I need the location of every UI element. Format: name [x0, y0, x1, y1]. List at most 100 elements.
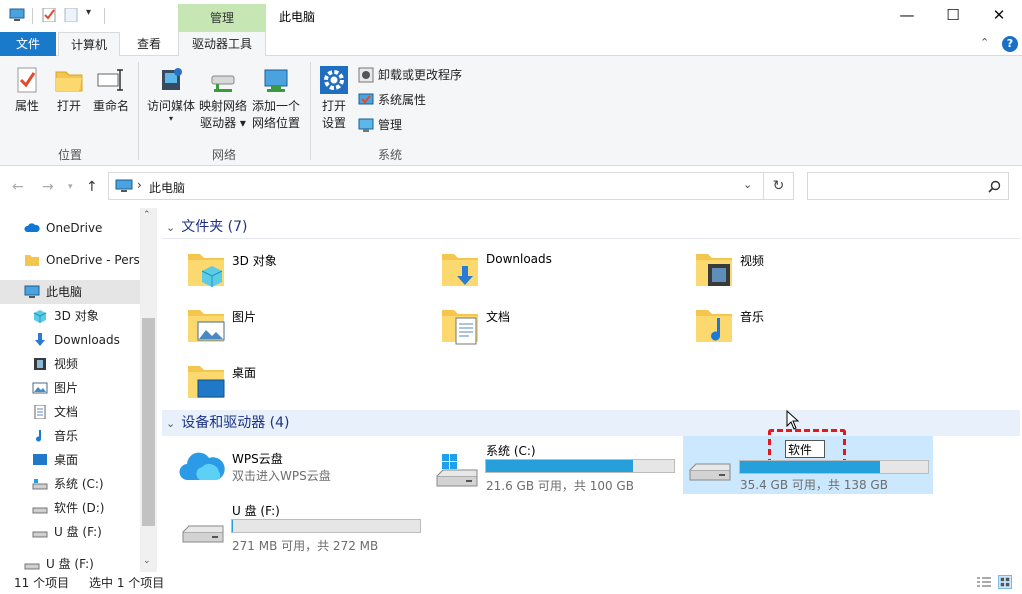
window-title: 此电脑	[279, 10, 316, 24]
scroll-up-icon[interactable]: ⌃	[143, 210, 151, 220]
drive-d-usage-bar	[739, 460, 929, 474]
collapse-ribbon-icon[interactable]: ⌃	[980, 36, 989, 49]
folder-videos[interactable]: 视频	[692, 246, 932, 296]
section-divider	[162, 238, 1020, 239]
drive-icon	[32, 479, 48, 490]
properties-button[interactable]: 属性	[8, 66, 46, 115]
folder-downloads[interactable]: Downloads	[438, 246, 678, 296]
drive-c-item[interactable]: 系统 (C:) 21.6 GB 可用，共 100 GB	[430, 438, 680, 496]
folder-3d-objects[interactable]: 3D 对象	[184, 246, 424, 296]
group-network-label: 网络	[212, 148, 237, 162]
search-box[interactable]	[807, 172, 1009, 200]
close-button[interactable]: ✕	[976, 0, 1022, 32]
details-view-icon[interactable]	[976, 576, 992, 588]
tab-drive-tools[interactable]: 驱动器工具	[178, 32, 266, 56]
status-bar: 11 个项目 选中 1 个项目	[0, 572, 1022, 594]
drive-c-usage-bar	[485, 459, 675, 473]
rename-input[interactable]	[785, 440, 825, 458]
map-network-drive-button[interactable]: 映射网络 驱动器 ▾	[196, 66, 250, 132]
breadcrumb-this-pc[interactable]: 此电脑	[149, 179, 185, 196]
collapse-chevron-icon[interactable]: ⌄	[166, 221, 175, 234]
gear-icon	[320, 66, 348, 94]
forward-arrow-icon[interactable]: →	[42, 179, 54, 195]
group-system-label: 系统	[378, 148, 403, 162]
videos-folder-icon	[696, 254, 732, 286]
drive-icon	[689, 463, 731, 481]
usb-drive-icon	[182, 525, 224, 543]
sidebar-item-documents[interactable]: 文档	[0, 400, 140, 424]
qa-separator	[32, 8, 33, 24]
devices-section: ⌄ 设备和驱动器 (4)	[162, 410, 1020, 436]
open-button[interactable]: 打开	[50, 66, 88, 115]
group-location-label: 位置	[58, 148, 83, 162]
desktop-folder-icon	[188, 366, 225, 398]
scrollbar-thumb[interactable]	[142, 318, 155, 526]
sidebar-item-pictures[interactable]: 图片	[0, 376, 140, 400]
sidebar-item-this-pc[interactable]: 此电脑	[0, 280, 140, 304]
open-settings-button[interactable]: 打开 设置	[316, 66, 352, 132]
network-drive-icon	[211, 75, 235, 92]
address-bar[interactable]: › 此电脑 ⌄	[108, 172, 764, 200]
search-input[interactable]	[812, 176, 982, 196]
new-folder-icon[interactable]	[64, 8, 80, 22]
open-settings-line2: 设置	[321, 116, 346, 130]
sidebar-item-onedrive[interactable]: OneDrive	[0, 216, 140, 240]
manage-button[interactable]: 管理	[358, 115, 402, 135]
large-icons-view-icon[interactable]	[998, 575, 1012, 589]
properties-icon[interactable]	[42, 8, 58, 22]
tab-file[interactable]: 文件	[0, 32, 56, 56]
address-dropdown-icon[interactable]: ⌄	[743, 178, 752, 191]
folder-music[interactable]: 音乐	[692, 302, 932, 352]
system-drive-icon	[436, 454, 478, 487]
add-label-line2: 网络位置	[251, 116, 300, 130]
wps-cloud-item[interactable]: WPS云盘 双击进入WPS云盘	[176, 442, 416, 494]
folder-open-icon	[55, 71, 83, 92]
picture-icon	[32, 382, 48, 394]
sidebar-item-music[interactable]: 音乐	[0, 424, 140, 448]
sidebar-item-downloads[interactable]: Downloads	[0, 328, 140, 352]
uninstall-icon	[358, 67, 374, 83]
folder-desktop[interactable]: 桌面	[184, 358, 424, 408]
scroll-down-icon[interactable]: ⌄	[143, 556, 151, 566]
up-arrow-icon[interactable]: ↑	[86, 179, 98, 195]
sidebar-item-onedrive-personal[interactable]: OneDrive - Perso	[0, 248, 140, 272]
manage-icon	[358, 118, 374, 132]
network-location-icon	[264, 69, 288, 92]
help-icon[interactable]: ?	[1002, 36, 1018, 52]
sidebar-item-drive-d[interactable]: 软件 (D:)	[0, 496, 140, 520]
collapse-chevron-icon[interactable]: ⌄	[166, 417, 175, 430]
access-media-button[interactable]: 访问媒体 ▾	[144, 66, 198, 123]
computer-icon	[115, 179, 133, 192]
add-network-location-button[interactable]: 添加一个 网络位置	[248, 66, 304, 132]
cloud-icon	[24, 223, 40, 232]
drive-f-item[interactable]: U 盘 (F:) 271 MB 可用，共 272 MB	[176, 498, 426, 556]
mouse-cursor-icon	[786, 410, 800, 430]
refresh-button[interactable]: ↻	[764, 172, 794, 200]
system-properties-button[interactable]: 系统属性	[358, 90, 426, 110]
sidebar-item-desktop[interactable]: 桌面	[0, 448, 140, 472]
wps-cloud-icon	[179, 452, 225, 481]
folders-header[interactable]: ⌄ 文件夹 (7)	[162, 214, 1020, 240]
minimize-button[interactable]: —	[884, 0, 930, 32]
drive-d-item[interactable]: 35.4 GB 可用，共 138 GB	[683, 429, 933, 494]
tab-computer[interactable]: 计算机	[58, 32, 120, 57]
sidebar-item-usb-f[interactable]: U 盘 (F:)	[0, 520, 140, 544]
tab-view[interactable]: 查看	[126, 32, 172, 56]
devices-header[interactable]: ⌄ 设备和驱动器 (4)	[162, 410, 1020, 436]
recent-locations-icon[interactable]: ▾	[68, 182, 73, 192]
uninstall-programs-button[interactable]: 卸载或更改程序	[358, 65, 462, 85]
maximize-button[interactable]: ☐	[930, 0, 976, 32]
rename-button[interactable]: 重命名	[90, 66, 132, 115]
context-tab-manage[interactable]: 管理	[178, 4, 266, 32]
folder-pictures[interactable]: 图片	[184, 302, 424, 352]
drive-icon	[32, 507, 48, 514]
sidebar-item-drive-c[interactable]: 系统 (C:)	[0, 472, 140, 496]
folder-documents[interactable]: 文档	[438, 302, 678, 352]
breadcrumb-separator[interactable]: ›	[137, 178, 142, 192]
navigation-pane: OneDrive OneDrive - Perso 此电脑 3D 对象 Down…	[0, 206, 156, 572]
sidebar-item-3d-objects[interactable]: 3D 对象	[0, 304, 140, 328]
sidebar-item-videos[interactable]: 视频	[0, 352, 140, 376]
map-label-line2: 驱动器 ▾	[200, 116, 246, 130]
back-arrow-icon[interactable]: ←	[12, 179, 24, 195]
quick-access-dropdown-icon[interactable]: ▾	[86, 7, 91, 18]
